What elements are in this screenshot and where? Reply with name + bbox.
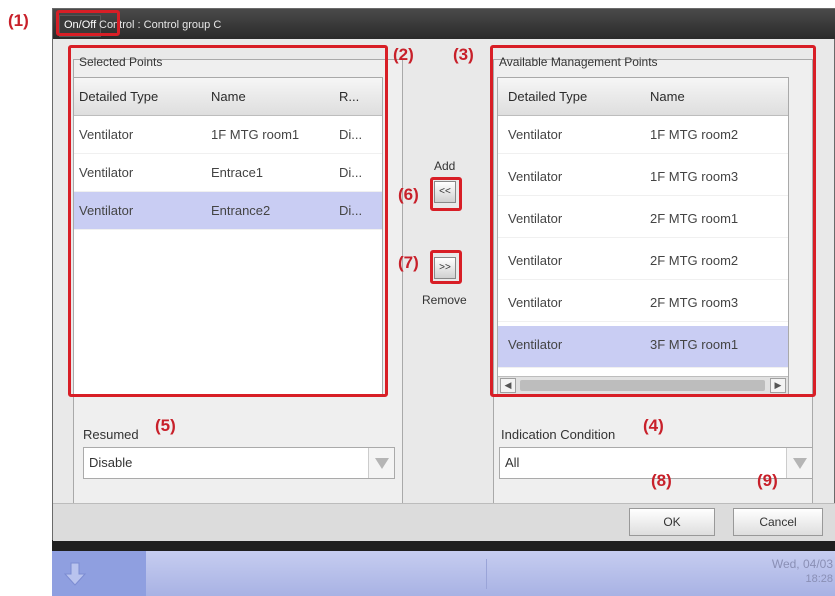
cancel-button[interactable]: Cancel [733,508,823,536]
row-type: Ventilator [79,203,134,218]
indication-condition-value: All [505,455,520,470]
home-button[interactable] [52,551,146,596]
scroll-right-icon[interactable]: ▶ [770,378,786,393]
row-name: 1F MTG room1 [211,127,300,142]
column-header-type[interactable]: Detailed Type [79,78,199,116]
callout-9: (9) [757,471,778,490]
callout-6: (6) [398,185,419,204]
row-r: Di... [339,127,363,142]
selected-points-label: Selected Points [79,55,163,69]
scroll-thumb[interactable] [520,380,765,391]
row-type: Ventilator [79,127,134,142]
selected-points-grid[interactable]: Detailed Type Name R... Ventilator 1F MT… [73,77,383,397]
available-grid-header: Detailed Type Name [498,78,788,116]
ok-button[interactable]: OK [629,508,715,536]
table-row-selected[interactable]: Ventilator Entrance2 Di... [74,192,382,230]
table-row[interactable]: Ventilator 2F MTG room3 [498,284,788,322]
callout-3: (3) [453,45,474,64]
table-row[interactable]: Ventilator Entrace1 Di... [74,154,382,192]
dropdown-arrow-icon[interactable] [786,448,812,478]
screen: On/Off Control : Control group C Selecte… [52,8,835,596]
row-type: Ventilator [508,295,563,310]
table-row-selected[interactable]: Ventilator 3F MTG room1 [498,326,788,368]
row-name: 3F MTG room1 [650,337,739,352]
scroll-left-icon[interactable]: ◀ [500,378,516,393]
dialog-title: Control : Control group C [99,19,222,31]
taskbar-date: Wed, 04/03 [771,557,833,571]
taskbar-divider [486,559,487,589]
row-name: 2F MTG room3 [650,295,739,310]
taskbar: Wed, 04/03 18:28 [52,551,835,596]
row-type: Ventilator [508,127,563,142]
column-header-type[interactable]: Detailed Type [508,78,638,116]
available-points-grid[interactable]: Detailed Type Name Ventilator 1F MTG roo… [497,77,789,395]
resumed-value: Disable [89,455,133,470]
row-name: 1F MTG room2 [650,127,739,142]
row-type: Ventilator [79,165,134,180]
table-row[interactable]: Ventilator 2F MTG room2 [498,242,788,280]
dialog-titlebar: On/Off Control : Control group C [53,9,835,39]
row-name: 1F MTG room3 [650,169,739,184]
callout-7: (7) [398,253,419,272]
table-row[interactable]: Ventilator 2F MTG room1 [498,200,788,238]
arrow-down-icon [63,562,87,586]
callout-2: (2) [393,45,414,64]
dropdown-arrow-icon[interactable] [368,448,394,478]
add-button[interactable]: << [434,181,456,203]
callout-1: (1) [8,11,29,30]
add-label: Add [434,159,456,173]
remove-button[interactable]: >> [434,257,456,279]
callout-8: (8) [651,471,672,490]
taskbar-time: 18:28 [805,573,833,585]
column-header-r[interactable]: R... [339,78,379,116]
row-r: Di... [339,165,363,180]
row-name: 2F MTG room2 [650,253,739,268]
resumed-select[interactable]: Disable [83,447,395,479]
dialog-footer: OK Cancel [53,503,835,541]
selected-grid-header: Detailed Type Name R... [74,78,382,116]
row-type: Ventilator [508,211,563,226]
table-row[interactable]: Ventilator 1F MTG room3 [498,158,788,196]
callout-4: (4) [643,416,664,435]
row-r: Di... [339,203,363,218]
available-points-label: Available Management Points [499,55,658,69]
remove-label: Remove [422,293,467,307]
table-row[interactable]: Ventilator 1F MTG room2 [498,116,788,154]
callout-5: (5) [155,416,176,435]
row-name: Entrance2 [211,203,271,218]
column-header-name[interactable]: Name [211,78,331,116]
row-type: Ventilator [508,337,563,352]
horizontal-scrollbar[interactable]: ◀ ▶ [498,376,788,394]
row-name: Entrace1 [211,165,264,180]
row-type: Ventilator [508,253,563,268]
column-header-name[interactable]: Name [650,78,780,116]
row-type: Ventilator [508,169,563,184]
resumed-label: Resumed [83,427,139,442]
table-row[interactable]: Ventilator 1F MTG room1 Di... [74,116,382,154]
indication-condition-label: Indication Condition [501,427,616,442]
title-tab-onoff[interactable]: On/Off [59,15,102,37]
control-dialog: On/Off Control : Control group C Selecte… [52,8,835,541]
row-name: 2F MTG room1 [650,211,739,226]
